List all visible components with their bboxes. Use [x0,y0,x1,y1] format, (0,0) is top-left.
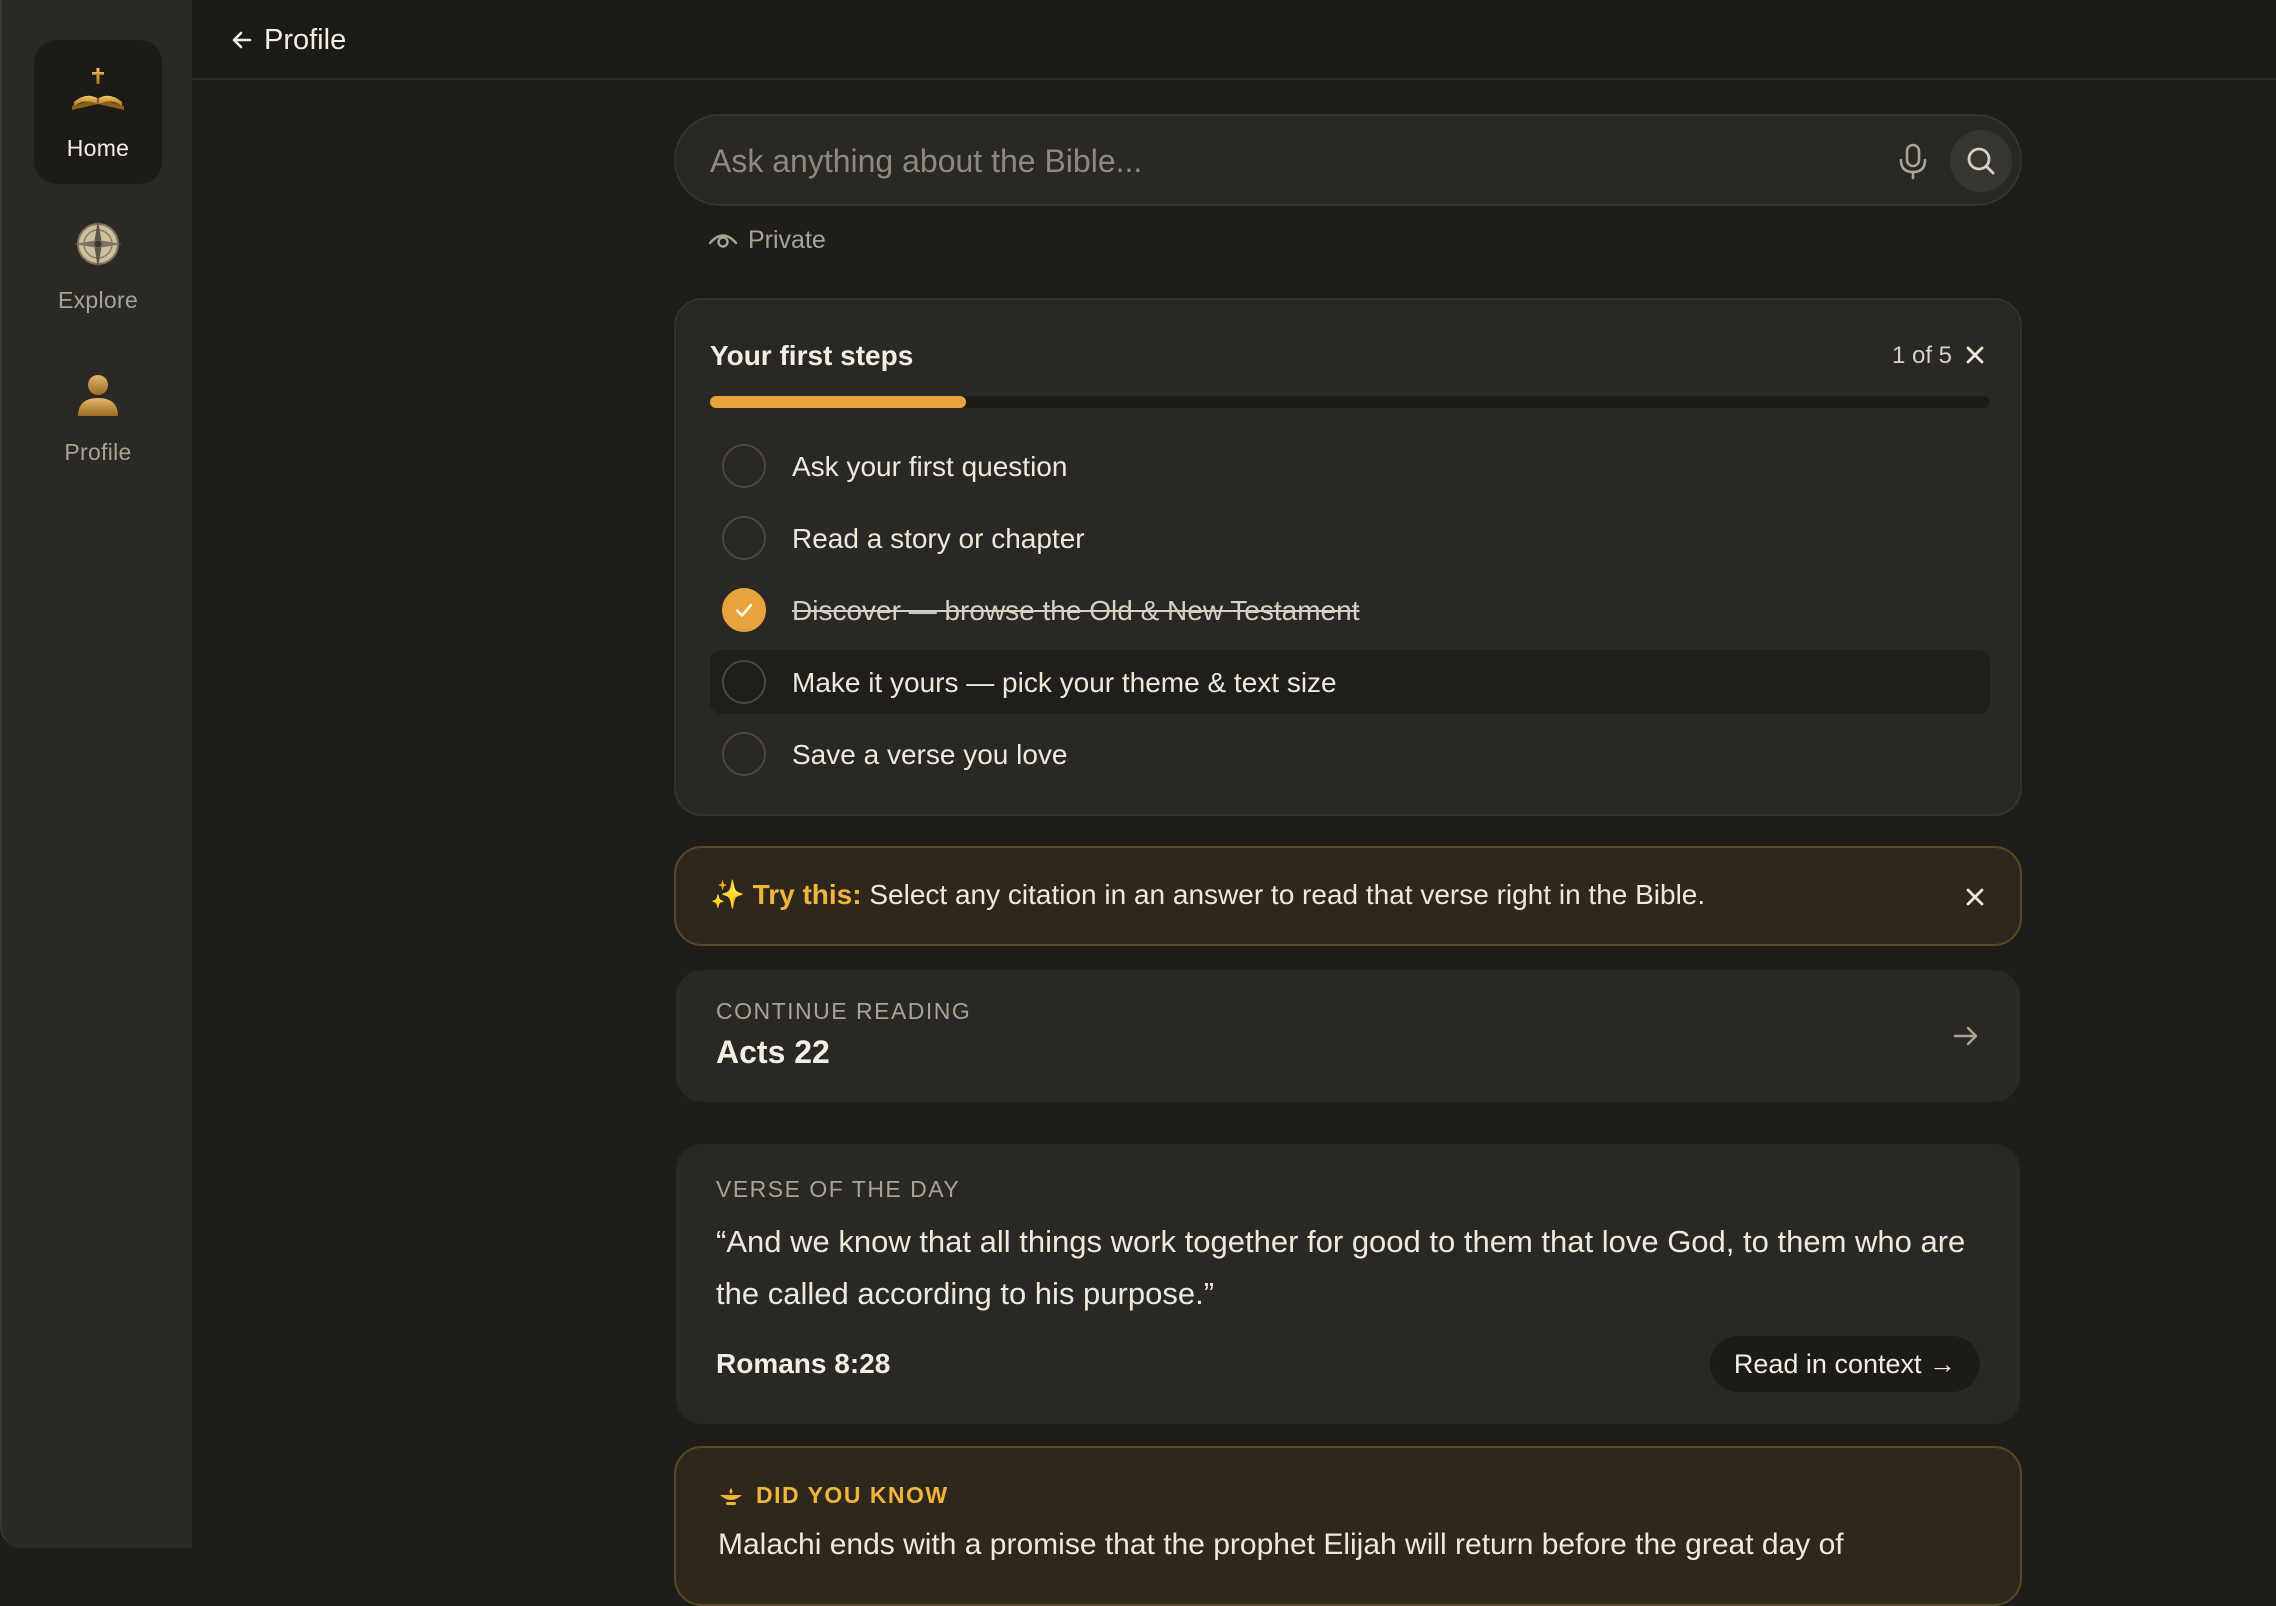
continue-reading-label: CONTINUE READING [716,998,972,1024]
step-label: Make it yours — pick your theme & text s… [792,667,1337,698]
step-label: Read a story or chapter [792,523,1085,554]
did-you-know-header: DID YOU KNOW [718,1482,949,1509]
step-label: Save a verse you love [792,739,1068,770]
microphone-icon [1899,143,1927,180]
step-label: Ask your first question [792,451,1068,482]
step-checkbox[interactable] [722,516,766,560]
first-steps-close-button[interactable] [1960,340,1990,370]
verse-text: “And we know that all things work togeth… [716,1224,1966,1311]
tip-close-button[interactable] [1960,882,1990,912]
tip-text: ✨ Try this: Select any citation in an an… [710,878,1705,911]
voice-input-button[interactable] [1890,138,1936,184]
sidebar: Home Explore Profile [0,0,192,1548]
search-icon [1967,147,1995,175]
tip-body: Select any citation in an answer to read… [869,879,1706,910]
sidebar-item-home[interactable]: Home [34,40,162,184]
person-icon [78,375,118,416]
step-checkbox[interactable] [722,732,766,776]
verse-reference: Romans 8:28 [716,1348,891,1379]
first-steps-progress-fill [710,396,966,408]
close-icon [1966,888,1984,906]
sidebar-item-label: Explore [57,287,139,313]
did-you-know-text: Malachi ends with a promise that the pro… [718,1528,1844,1561]
did-you-know-card: DID YOU KNOW Malachi ends with a promise… [674,1446,2022,1606]
privacy-toggle[interactable]: Private [708,226,826,255]
did-you-know-title: DID YOU KNOW [756,1482,949,1508]
lamp-icon [720,1487,742,1505]
eye-icon [708,233,738,248]
sidebar-item-explore[interactable]: Explore [34,192,162,336]
top-bar: Profile [192,0,2276,80]
step-item[interactable]: Discover — browse the Old & New Testamen… [710,578,1990,642]
close-icon [1966,346,1984,364]
tip-label: Try this: [752,879,862,910]
first-steps-progress [710,396,1990,408]
sidebar-item-profile[interactable]: Profile [34,344,162,488]
step-checkbox-checked[interactable] [722,588,766,632]
step-checkbox[interactable] [722,444,766,488]
continue-reading-card[interactable]: CONTINUE READING Acts 22 [676,970,2020,1102]
step-item[interactable]: Save a verse you love [710,722,1990,786]
back-button[interactable]: Profile [228,20,346,60]
sidebar-item-label: Profile [64,439,132,465]
search-input[interactable] [708,134,1808,188]
sparkles-icon: ✨ [710,879,745,910]
read-in-context-button[interactable]: Read in context → [1709,1336,1980,1392]
step-item[interactable]: Make it yours — pick your theme & text s… [710,650,1990,714]
compass-icon [74,220,122,268]
arrow-right-icon [1953,1026,1978,1046]
sidebar-item-label: Home [66,135,130,161]
step-label: Discover — browse the Old & New Testamen… [792,595,1360,626]
step-item[interactable]: Ask your first question [710,434,1990,498]
first-steps-counter: 1 of 5 [1891,342,1952,369]
arrow-left-icon [232,31,252,49]
privacy-label: Private [748,226,826,254]
first-steps-card: Your first steps 1 of 5 Ask your first q… [674,298,2022,816]
step-item[interactable]: Read a story or chapter [710,506,1990,570]
tip-banner: ✨ Try this: Select any citation in an an… [674,846,2022,946]
first-steps-title: Your first steps [710,340,914,371]
back-label: Profile [264,23,347,56]
continue-reading-title: Acts 22 [716,1034,830,1070]
open-bible-icon [72,68,124,110]
search-button[interactable] [1950,130,2012,192]
checkmark-icon [735,603,753,617]
step-checkbox[interactable] [722,660,766,704]
search-bar [674,114,2022,206]
verse-of-the-day-card: VERSE OF THE DAY “And we know that all t… [676,1144,2020,1424]
verse-of-the-day-label: VERSE OF THE DAY [716,1176,961,1202]
